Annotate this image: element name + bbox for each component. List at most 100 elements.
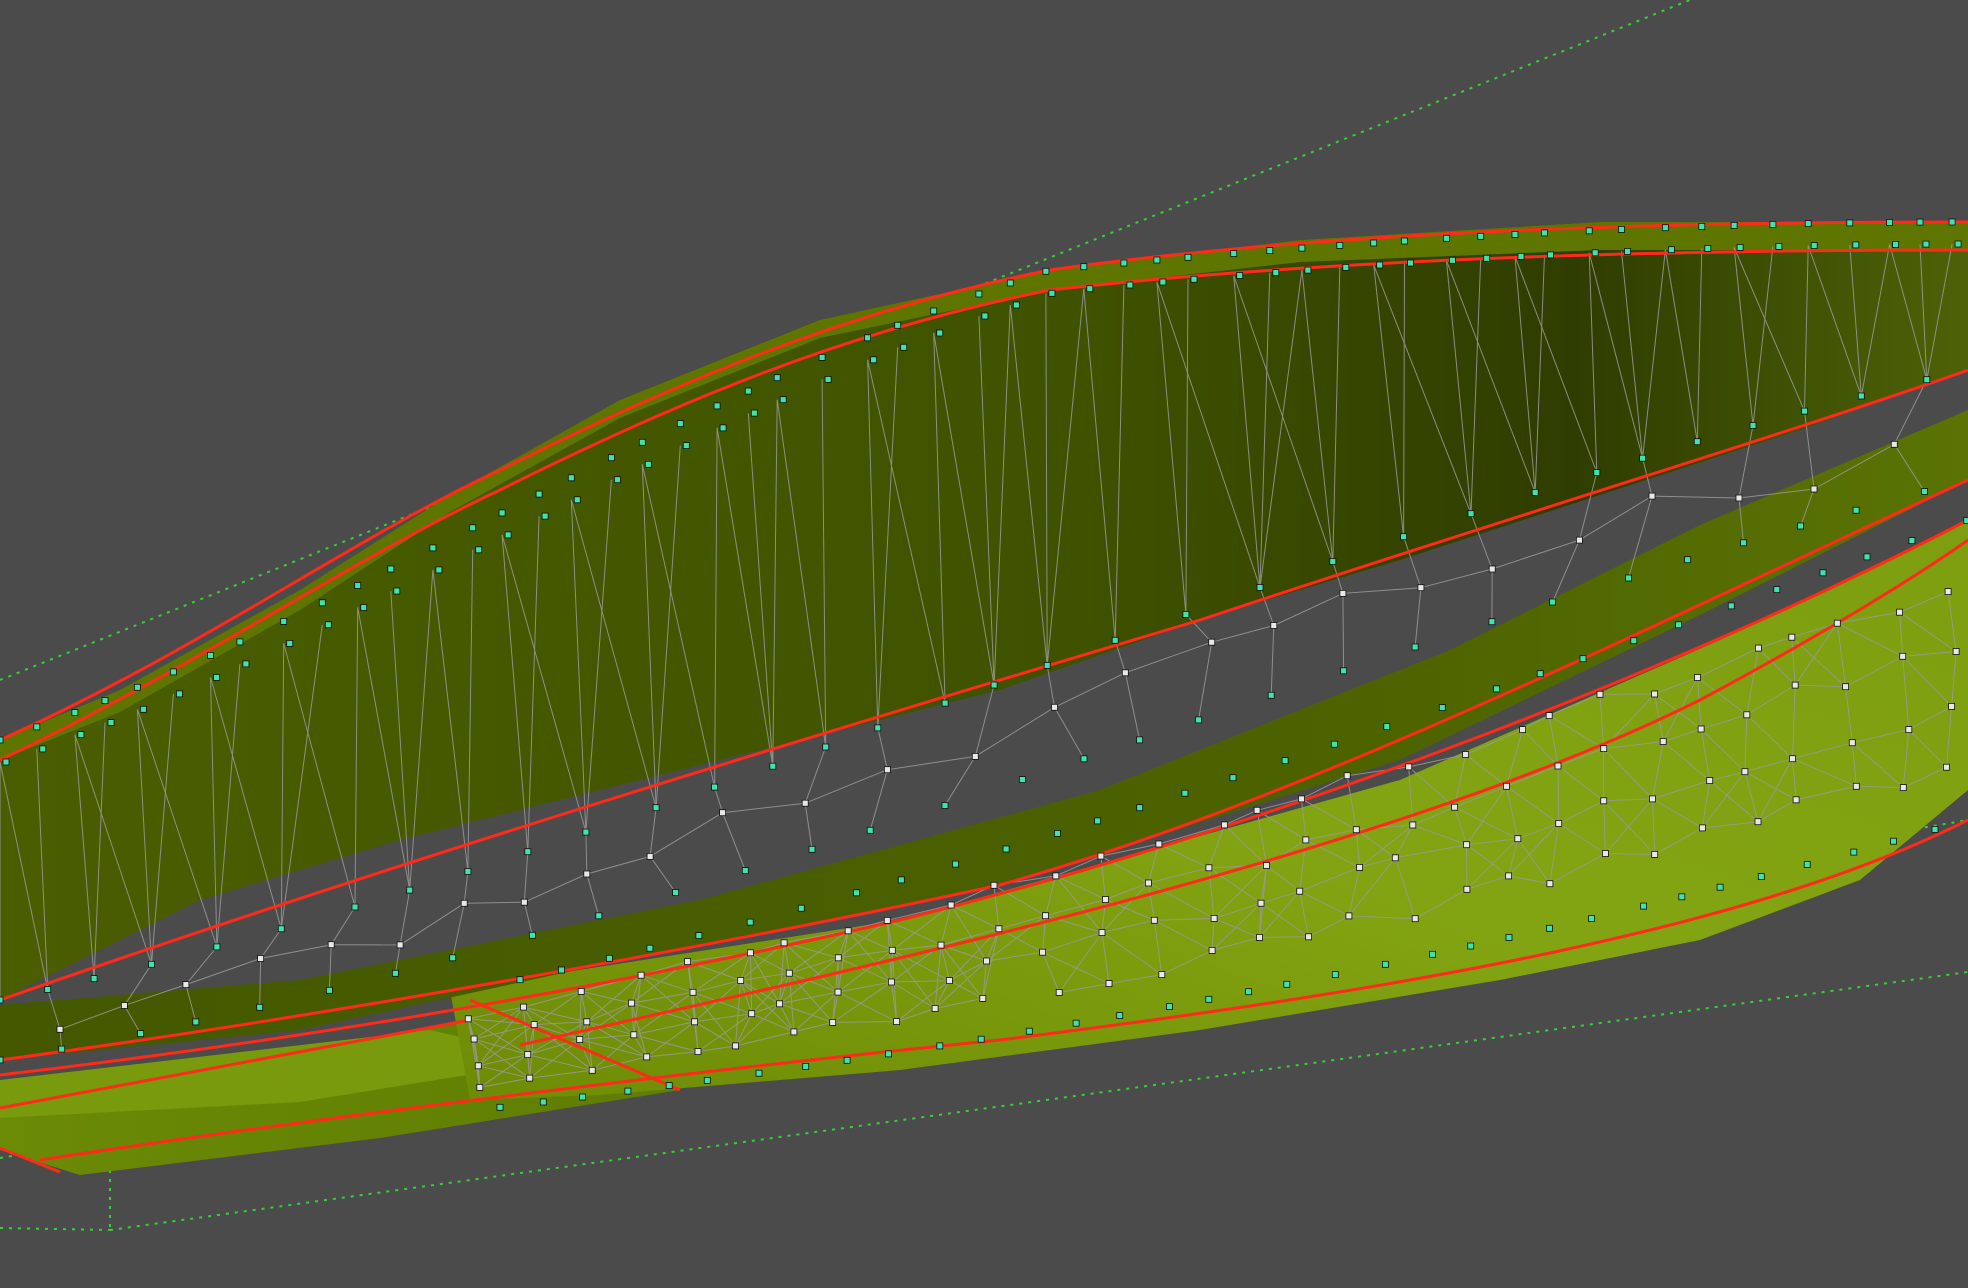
vertex-marker[interactable] [1208, 947, 1216, 954]
vertex-marker[interactable] [1585, 227, 1593, 235]
vertex-marker[interactable] [526, 1074, 534, 1082]
vertex-marker[interactable] [449, 954, 457, 962]
vertex-marker[interactable] [1890, 837, 1897, 845]
vertex-marker[interactable] [1462, 751, 1469, 758]
vertex-marker[interactable] [1651, 851, 1659, 858]
vertex-marker[interactable] [864, 334, 871, 342]
vertex-marker[interactable] [1531, 488, 1539, 496]
vertex-marker[interactable] [58, 1045, 66, 1053]
vertex-marker[interactable] [90, 975, 98, 982]
vertex-marker[interactable] [1649, 795, 1656, 803]
vertex-marker[interactable] [801, 799, 809, 807]
vertex-marker[interactable] [1126, 281, 1134, 289]
vertex-marker[interactable] [834, 954, 842, 962]
vertex-marker[interactable] [1006, 279, 1014, 287]
vertex-marker[interactable] [460, 899, 468, 907]
vertex-marker[interactable] [946, 977, 953, 984]
vertex-marker[interactable] [1051, 703, 1058, 711]
vertex-marker[interactable] [1697, 725, 1705, 733]
vertex-marker[interactable] [529, 931, 536, 939]
vertex-marker[interactable] [1120, 259, 1128, 267]
vertex-marker[interactable] [1698, 222, 1706, 230]
vertex-marker[interactable] [1916, 218, 1924, 226]
vertex-marker[interactable] [1850, 848, 1858, 856]
vertex-marker[interactable] [1094, 817, 1101, 825]
vertex-marker[interactable] [748, 1010, 756, 1018]
vertex-marker[interactable] [524, 1051, 532, 1058]
vertex-marker[interactable] [1270, 622, 1278, 629]
vertex-marker[interactable] [1545, 712, 1553, 719]
vertex-marker[interactable] [1382, 960, 1389, 968]
vertex-marker[interactable] [719, 424, 727, 432]
vertex-marker[interactable] [1266, 247, 1274, 255]
vertex-marker[interactable] [474, 1062, 482, 1070]
vertex-marker[interactable] [1463, 885, 1471, 893]
vertex-marker[interactable] [843, 1056, 851, 1064]
vertex-marker[interactable] [71, 709, 79, 716]
vertex-marker[interactable] [1052, 872, 1060, 880]
vertex-marker[interactable] [1048, 289, 1056, 297]
vertex-marker[interactable] [1116, 1012, 1124, 1019]
vertex-marker[interactable] [773, 374, 781, 382]
vertex-marker[interactable] [1754, 818, 1762, 826]
vertex-marker[interactable] [665, 1082, 673, 1089]
vertex-marker[interactable] [606, 954, 613, 962]
vertex-marker[interactable] [77, 731, 85, 738]
vertex-marker[interactable] [325, 986, 333, 994]
vertex-marker[interactable] [1155, 840, 1163, 848]
vertex-marker[interactable] [1343, 772, 1351, 780]
vertex-marker[interactable] [1043, 662, 1051, 669]
vertex-marker[interactable] [1256, 584, 1264, 591]
vertex-marker[interactable] [1080, 263, 1088, 271]
vertex-marker[interactable] [1483, 254, 1491, 262]
vertex-marker[interactable] [1221, 821, 1228, 829]
vertex-marker[interactable] [1210, 915, 1218, 922]
vertex-marker[interactable] [1451, 803, 1458, 811]
vertex-marker[interactable] [583, 870, 591, 878]
vertex-marker[interactable] [1345, 912, 1353, 920]
vertex-marker[interactable] [1948, 218, 1956, 226]
vertex-marker[interactable] [1153, 256, 1161, 264]
vertex-marker[interactable] [628, 999, 635, 1007]
vertex-marker[interactable] [1339, 590, 1347, 597]
vertex-marker[interactable] [192, 1018, 200, 1026]
vertex-marker[interactable] [1514, 835, 1522, 843]
vertex-marker[interactable] [286, 640, 294, 647]
vertex-marker[interactable] [870, 356, 877, 364]
vertex-marker[interactable] [884, 766, 891, 774]
vertex-marker[interactable] [790, 1028, 798, 1036]
vertex-marker[interactable] [133, 683, 141, 691]
vertex-marker[interactable] [769, 762, 777, 770]
vertex-marker[interactable] [1546, 880, 1554, 888]
vertex-marker[interactable] [236, 638, 244, 646]
vertex-marker[interactable] [182, 981, 190, 988]
vertex-marker[interactable] [750, 409, 758, 417]
vertex-marker[interactable] [866, 826, 874, 834]
vertex-marker[interactable] [1810, 242, 1818, 250]
vertex-marker[interactable] [1541, 229, 1548, 237]
vertex-marker[interactable] [1467, 942, 1475, 950]
vertex-marker[interactable] [354, 582, 362, 589]
vertex-marker[interactable] [1788, 633, 1796, 641]
vertex-marker[interactable] [1182, 611, 1190, 618]
vertex-marker[interactable] [1801, 407, 1808, 415]
vertex-marker[interactable] [646, 944, 654, 952]
vertex-marker[interactable] [1407, 259, 1414, 267]
vertex-marker[interactable] [280, 618, 288, 625]
vertex-marker[interactable] [1025, 1027, 1033, 1035]
vertex-marker[interactable] [0, 1056, 4, 1064]
vertex-marker[interactable] [1272, 269, 1280, 277]
vertex-marker[interactable] [1931, 826, 1939, 833]
vertex-marker[interactable] [1852, 506, 1860, 514]
vertex-marker[interactable] [1943, 763, 1950, 771]
vertex-marker[interactable] [844, 927, 852, 935]
vertex-marker[interactable] [539, 1098, 547, 1106]
vertex-marker[interactable] [1963, 517, 1968, 524]
vertex-marker[interactable] [1002, 845, 1010, 853]
vertex-marker[interactable] [1511, 230, 1519, 238]
vertex-marker[interactable] [1136, 736, 1143, 744]
vertex-marker[interactable] [1892, 240, 1899, 248]
vertex-marker[interactable] [1706, 777, 1714, 784]
vertex-marker[interactable] [644, 460, 652, 468]
vertex-marker[interactable] [1704, 244, 1712, 252]
